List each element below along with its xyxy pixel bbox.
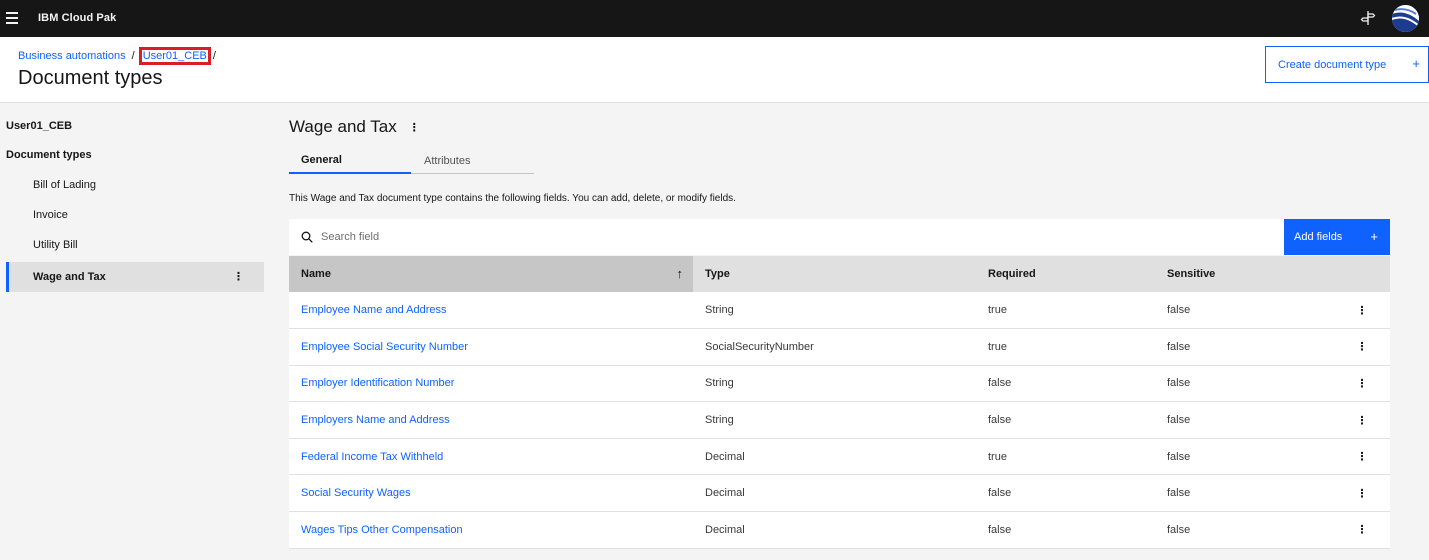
search-field-input[interactable] [321, 227, 1221, 247]
column-header-name[interactable]: Name ↑ [289, 256, 693, 292]
row-overflow-menu-icon[interactable]: ⋮ [1334, 292, 1390, 329]
field-sensitive: false [1167, 340, 1191, 353]
breadcrumb-user01-ceb[interactable]: User01_CEB [143, 50, 207, 62]
add-fields-label: Add fields [1294, 231, 1343, 243]
sidebar-item-wage-and-tax[interactable]: Wage and Tax ⋮ [6, 262, 264, 292]
field-name-link[interactable]: Wages Tips Other Compensation [289, 512, 693, 549]
column-header-label: Name [301, 268, 331, 280]
field-required: false [988, 523, 1012, 536]
field-required: false [988, 377, 1012, 390]
fields-description: This Wage and Tax document type contains… [289, 193, 736, 204]
field-type: String [705, 304, 734, 317]
table-row: Employers Name and Address String false … [289, 402, 1390, 439]
field-name-link[interactable]: Social Security Wages [289, 475, 693, 512]
sidebar-section-title[interactable]: Document types [6, 149, 92, 161]
plus-icon: + [1370, 229, 1378, 244]
field-sensitive: false [1167, 523, 1191, 536]
brand-name: IBM Cloud Pak [38, 12, 117, 24]
breadcrumb-business-automations[interactable]: Business automations [18, 50, 126, 62]
column-header-type[interactable]: Type [693, 256, 976, 292]
field-required: true [988, 304, 1007, 317]
breadcrumb-separator: / [131, 50, 135, 62]
top-navigation-bar: IBM Cloud Pak [0, 0, 1429, 37]
sidebar-root-title[interactable]: User01_CEB [6, 120, 72, 132]
search-icon [301, 231, 313, 243]
table-row: Social Security Wages Decimal false fals… [289, 475, 1390, 512]
page-header: Business automations / User01_CEB / Docu… [0, 37, 1429, 103]
row-overflow-menu-icon[interactable]: ⋮ [1334, 512, 1390, 549]
row-overflow-menu-icon[interactable]: ⋮ [1334, 402, 1390, 439]
overflow-menu-icon[interactable]: ⋮ [409, 121, 420, 134]
field-type: SocialSecurityNumber [705, 340, 814, 353]
sort-ascending-icon[interactable]: ↑ [677, 266, 684, 281]
table-row: Employee Name and Address String true fa… [289, 292, 1390, 329]
table-header-row: Name ↑ Type Required Sensitive [289, 256, 1390, 292]
table-row: Wages Tips Other Compensation Decimal fa… [289, 512, 1390, 549]
field-sensitive: false [1167, 450, 1191, 463]
field-type: String [705, 377, 734, 390]
field-type: Decimal [705, 523, 745, 536]
field-name-link[interactable]: Employee Name and Address [289, 292, 693, 329]
table-toolbar: Add fields + [289, 219, 1390, 255]
add-fields-button[interactable]: Add fields + [1284, 219, 1390, 255]
tab-general[interactable]: General [289, 148, 411, 174]
table-row: Federal Income Tax Withheld Decimal true… [289, 438, 1390, 475]
field-name-link[interactable]: Employee Social Security Number [289, 329, 693, 366]
plus-icon: + [1412, 56, 1420, 71]
field-required: true [988, 450, 1007, 463]
page-title: Document types [18, 67, 163, 89]
field-type: Decimal [705, 487, 745, 500]
signpost-icon[interactable] [1360, 10, 1376, 26]
row-overflow-menu-icon[interactable]: ⋮ [1334, 329, 1390, 366]
table-row: Employee Social Security Number SocialSe… [289, 329, 1390, 366]
field-sensitive: false [1167, 414, 1191, 427]
field-required: false [988, 487, 1012, 500]
create-document-type-label: Create document type [1278, 58, 1387, 71]
breadcrumb-separator: / [212, 50, 216, 62]
sidebar-item-label: Bill of Lading [33, 179, 96, 191]
row-overflow-menu-icon[interactable]: ⋮ [1334, 475, 1390, 512]
breadcrumb: Business automations / User01_CEB / [18, 47, 222, 65]
table-row: Employer Identification Number String fa… [289, 365, 1390, 402]
menu-icon[interactable] [6, 12, 20, 24]
sidebar-item-label: Wage and Tax [33, 271, 106, 283]
sidebar-item-invoice[interactable]: Invoice [6, 200, 264, 230]
field-sensitive: false [1167, 304, 1191, 317]
sidebar-item-label: Invoice [33, 209, 68, 221]
field-name-link[interactable]: Employer Identification Number [289, 365, 693, 402]
sidebar-item-label: Utility Bill [33, 239, 78, 251]
product-brand[interactable]: IBM Cloud Pak [38, 12, 116, 24]
field-type: String [705, 414, 734, 427]
column-header-sensitive[interactable]: Sensitive [1155, 256, 1334, 292]
document-type-title: Wage and Tax [289, 117, 397, 136]
tab-attributes[interactable]: Attributes [411, 148, 534, 174]
row-overflow-menu-icon[interactable]: ⋮ [1334, 365, 1390, 402]
field-name-link[interactable]: Federal Income Tax Withheld [289, 438, 693, 475]
column-header-actions [1334, 256, 1390, 292]
overflow-menu-icon[interactable]: ⋮ [233, 270, 244, 283]
field-sensitive: false [1167, 487, 1191, 500]
document-type-heading: Wage and Tax ⋮ [289, 117, 420, 137]
column-header-required[interactable]: Required [976, 256, 1155, 292]
field-type: Decimal [705, 450, 745, 463]
row-overflow-menu-icon[interactable]: ⋮ [1334, 438, 1390, 475]
field-required: false [988, 414, 1012, 427]
fields-table: Name ↑ Type Required Sensitive Employee … [289, 256, 1390, 549]
sidebar-item-utility-bill[interactable]: Utility Bill [6, 230, 264, 260]
avatar[interactable] [1392, 5, 1419, 32]
tab-list: General Attributes [289, 148, 534, 174]
field-sensitive: false [1167, 377, 1191, 390]
highlight-box: User01_CEB [138, 47, 211, 65]
create-document-type-button[interactable]: Create document type + [1265, 46, 1429, 83]
field-name-link[interactable]: Employers Name and Address [289, 402, 693, 439]
sidebar-item-bill-of-lading[interactable]: Bill of Lading [6, 170, 264, 200]
field-required: true [988, 340, 1007, 353]
